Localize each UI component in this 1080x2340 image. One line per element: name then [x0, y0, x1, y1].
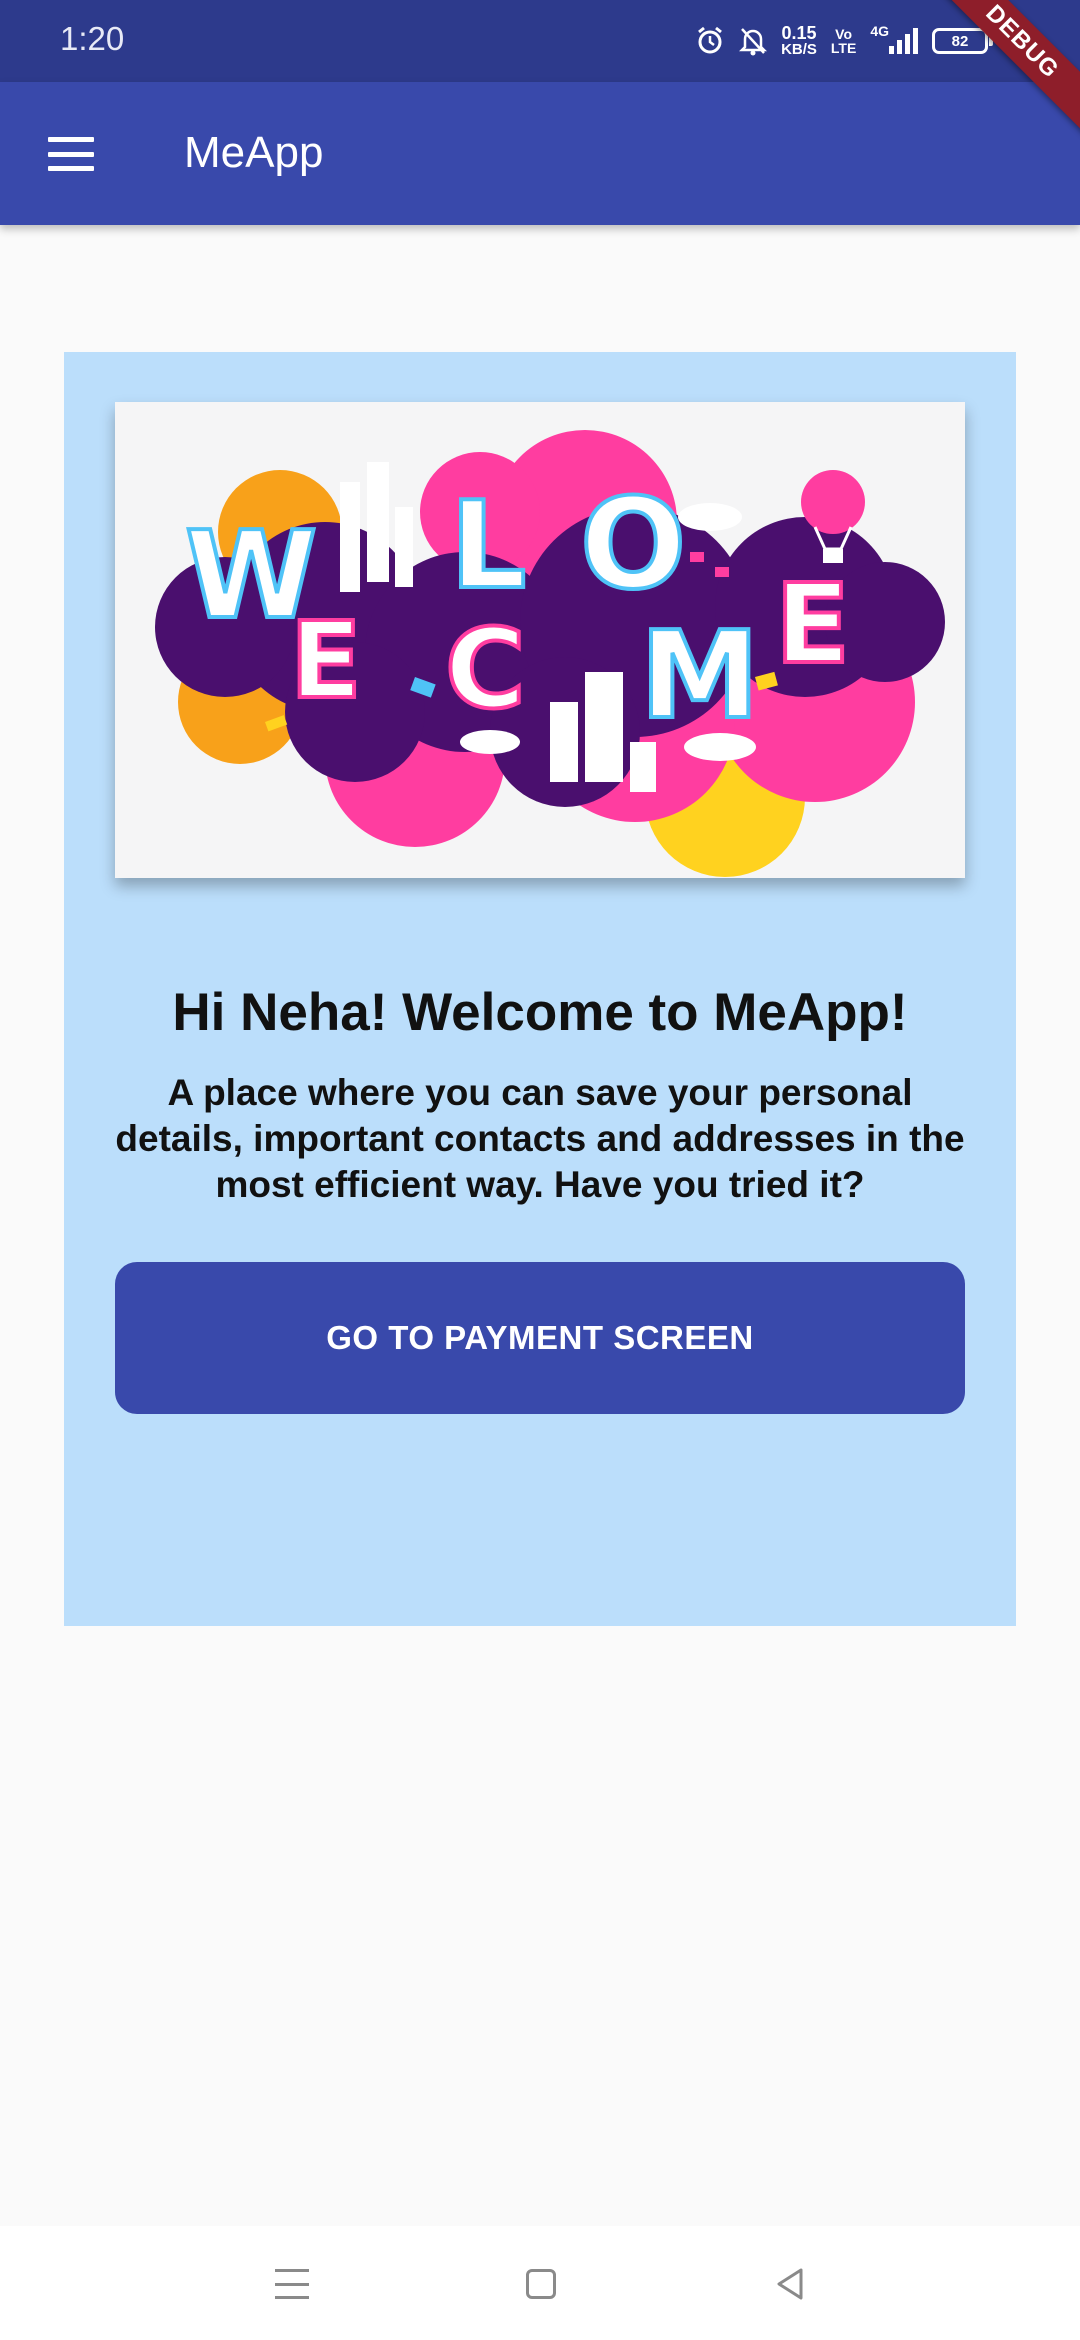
svg-text:E: E: [290, 600, 362, 722]
system-nav-bar: [0, 2226, 1080, 2340]
battery-icon: 82: [932, 28, 993, 54]
welcome-card: W L O E C M E Hi Neha! Welcome to MeApp!…: [64, 352, 1016, 1626]
battery-level: 82: [951, 32, 969, 50]
volte-icon: Vo LTE: [831, 27, 856, 55]
greeting-heading: Hi Neha! Welcome to MeApp!: [172, 983, 908, 1042]
status-bar: 1:20 0.15 KB/S Vo LTE 4G 82: [0, 0, 1080, 82]
home-icon[interactable]: [526, 2269, 556, 2299]
net-speed-unit: KB/S: [781, 40, 817, 58]
network-type: 4G: [870, 23, 889, 39]
back-button[interactable]: [760, 2256, 820, 2312]
app-title: MeApp: [184, 128, 324, 177]
welcome-image: W L O E C M E: [115, 402, 965, 878]
status-icons: 0.15 KB/S Vo LTE 4G 82: [695, 18, 1020, 64]
description-text: A place where you can save your personal…: [115, 1072, 965, 1205]
network-speed-icon: 0.15 KB/S: [781, 22, 817, 58]
alarm-icon: [695, 26, 725, 56]
home-button[interactable]: [511, 2256, 571, 2312]
svg-text:O: O: [580, 472, 686, 617]
back-icon[interactable]: [772, 2266, 808, 2302]
net-speed-value: 0.15: [781, 22, 817, 43]
hamburger-menu-icon[interactable]: [48, 137, 94, 171]
svg-text:C: C: [445, 605, 526, 733]
app-bar: MeApp: [0, 82, 1080, 225]
status-time: 1:20: [60, 20, 125, 57]
signal-icon: 4G: [870, 23, 918, 54]
recent-apps-button[interactable]: [262, 2256, 322, 2312]
svg-text:L: L: [450, 477, 526, 616]
go-to-payment-button[interactable]: GO TO PAYMENT SCREEN: [115, 1262, 965, 1414]
volte-bottom: LTE: [830, 40, 857, 56]
recent-apps-icon[interactable]: [275, 2269, 309, 2299]
menu-button[interactable]: [26, 118, 116, 190]
bell-off-icon: [739, 26, 768, 56]
svg-text:E: E: [775, 560, 850, 688]
svg-text:M: M: [640, 607, 759, 746]
